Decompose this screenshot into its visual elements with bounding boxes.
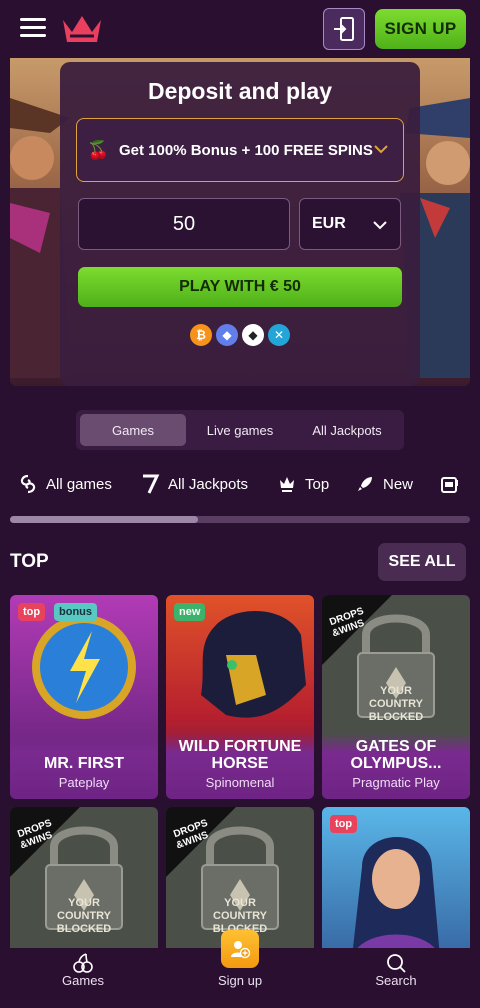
game-name: GATES OF OLYMPUS...: [350, 738, 442, 772]
tab-live-games[interactable]: Live games: [188, 414, 292, 446]
nav-label: Games: [62, 973, 104, 988]
scrollbar-thumb[interactable]: [10, 516, 198, 523]
nav-search[interactable]: Search: [346, 948, 446, 1008]
category-scrollbar[interactable]: [10, 516, 470, 523]
see-all-button[interactable]: SEE ALL: [378, 543, 466, 581]
nav-games[interactable]: Games: [33, 948, 133, 1008]
currency-value: EUR: [312, 215, 346, 232]
badge-top: top: [18, 603, 46, 621]
swirl-icon: [20, 474, 36, 494]
game-name: WILD FORTUNE HORSE: [178, 738, 302, 772]
cherries-icon: 🍒: [87, 140, 110, 160]
blocked-label: YOUR COUNTRY BLOCKED: [368, 685, 424, 723]
hamburger-icon[interactable]: [20, 18, 46, 38]
blocked-label: YOUR COUNTRY BLOCKED: [56, 897, 112, 935]
chevron-down-icon: [373, 221, 387, 230]
nav-label: Sign up: [217, 973, 263, 988]
game-name: MR. FIRST: [44, 755, 124, 772]
category-new[interactable]: New: [355, 472, 413, 496]
category-slots[interactable]: [440, 472, 468, 496]
category-scroller: All games All Jackpots Top New: [0, 466, 480, 502]
section-title: TOP: [10, 551, 49, 572]
rocket-icon: [358, 477, 372, 491]
game-type-tabs: Games Live games All Jackpots: [76, 410, 404, 450]
category-all-jackpots[interactable]: All Jackpots: [140, 472, 248, 496]
category-label: Top: [305, 475, 330, 493]
tab-all-jackpots[interactable]: All Jackpots: [294, 414, 400, 446]
category-label: All Jackpots: [168, 475, 249, 493]
deposit-title: Deposit and play: [147, 78, 333, 104]
cherries-icon: [73, 953, 93, 973]
search-icon: [387, 954, 406, 973]
app-header: SIGN UP: [0, 0, 480, 58]
bonus-text: Get 100% Bonus + 100 FREE SPINS: [119, 142, 373, 159]
currency-select[interactable]: EUR: [299, 198, 401, 250]
bonus-select[interactable]: 🍒 Get 100% Bonus + 100 FREE SPINS: [76, 118, 404, 182]
game-provider: Pateplay: [58, 775, 110, 790]
slot-machine-icon: [441, 477, 458, 493]
login-button[interactable]: [323, 8, 365, 50]
drops-wins-badge: DROPS &WINS: [166, 807, 236, 877]
game-provider: Pragmatic Play: [352, 775, 440, 790]
ethereum-icon: ◆: [216, 324, 238, 346]
amount-input[interactable]: [78, 198, 290, 250]
deposit-panel: Deposit and play 🍒 Get 100% Bonus + 100 …: [60, 62, 420, 386]
play-button[interactable]: PLAY WITH € 50: [78, 267, 402, 307]
tab-games[interactable]: Games: [80, 414, 186, 446]
game-card[interactable]: DROPS &WINS YOUR COUNTRY BLOCKED GATES O…: [322, 595, 470, 799]
seven-icon: [143, 474, 160, 494]
ripple-icon: ✕: [268, 324, 290, 346]
badge-top: top: [330, 815, 358, 833]
category-top[interactable]: Top: [277, 472, 329, 496]
badge-new: new: [174, 603, 206, 621]
category-label: All games: [46, 475, 112, 493]
badge-bonus: bonus: [54, 603, 97, 621]
hero-banner: Deposit and play 🍒 Get 100% Bonus + 100 …: [10, 58, 470, 386]
add-user-icon: [231, 941, 251, 959]
category-all-games[interactable]: All games: [18, 472, 112, 496]
drops-wins-badge: DROPS &WINS: [322, 595, 392, 665]
signup-button[interactable]: SIGN UP: [375, 9, 466, 49]
ethereum-classic-icon: ◆: [242, 324, 264, 346]
game-card[interactable]: new WILD FORTUNE HORSE Spinomenal: [166, 595, 314, 799]
crown-logo[interactable]: [60, 12, 104, 46]
drops-wins-badge: DROPS &WINS: [10, 807, 80, 877]
chevron-down-icon: [374, 145, 388, 154]
login-door-icon: [334, 17, 354, 41]
signup-fab-button[interactable]: [221, 930, 259, 968]
game-card[interactable]: top bonus MR. FIRST Pateplay: [10, 595, 158, 799]
game-provider: Spinomenal: [205, 775, 275, 790]
nav-label: Search: [375, 973, 417, 988]
bitcoin-icon: ₿: [190, 324, 212, 346]
category-label: New: [383, 475, 414, 493]
crown-icon: [280, 477, 294, 492]
